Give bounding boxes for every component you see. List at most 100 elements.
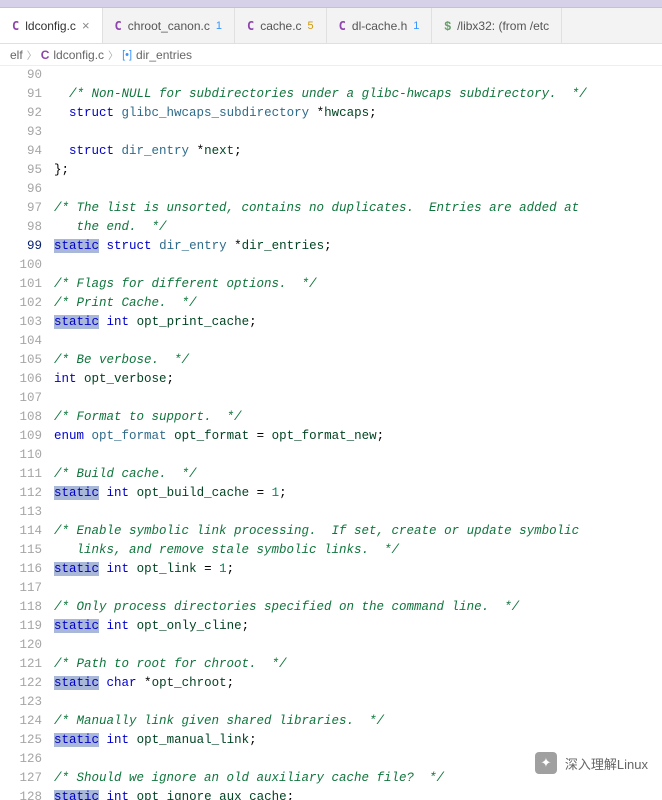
line-number: 124 — [0, 712, 42, 731]
breadcrumb-folder[interactable]: elf — [10, 48, 23, 62]
code-line[interactable]: static int opt_only_cline; — [54, 617, 662, 636]
tab-cache-c[interactable]: Ccache.c5 — [235, 8, 327, 43]
code-line[interactable]: static char *opt_chroot; — [54, 674, 662, 693]
line-number: 91 — [0, 85, 42, 104]
c-file-icon: C — [12, 19, 19, 33]
code-editor[interactable]: 9091929394959697989910010110210310410510… — [0, 66, 662, 800]
line-number: 94 — [0, 142, 42, 161]
c-file-icon: C — [247, 19, 254, 33]
line-number: 106 — [0, 370, 42, 389]
code-line[interactable]: /* Be verbose. */ — [54, 351, 662, 370]
tab-label: dl-cache.h — [352, 19, 407, 33]
code-line[interactable]: /* The list is unsorted, contains no dup… — [54, 199, 662, 218]
breadcrumb-symbol[interactable]: dir_entries — [136, 48, 192, 62]
code-line[interactable]: /* Print Cache. */ — [54, 294, 662, 313]
code-line[interactable]: struct glibc_hwcaps_subdirectory *hwcaps… — [54, 104, 662, 123]
line-number: 97 — [0, 199, 42, 218]
line-number: 110 — [0, 446, 42, 465]
code-line[interactable]: /* Format to support. */ — [54, 408, 662, 427]
line-number: 122 — [0, 674, 42, 693]
terminal-icon: $ — [444, 19, 451, 33]
code-line[interactable] — [54, 693, 662, 712]
line-number: 107 — [0, 389, 42, 408]
code-line[interactable]: /* Non-NULL for subdirectories under a g… — [54, 85, 662, 104]
editor-tabs: Cldconfig.c×Cchroot_canon.c1Ccache.c5Cdl… — [0, 8, 662, 44]
code-line[interactable]: the end. */ — [54, 218, 662, 237]
code-line[interactable]: int opt_verbose; — [54, 370, 662, 389]
code-line[interactable]: /* Manually link given shared libraries.… — [54, 712, 662, 731]
code-line[interactable]: links, and remove stale symbolic links. … — [54, 541, 662, 560]
line-number: 112 — [0, 484, 42, 503]
line-number: 118 — [0, 598, 42, 617]
code-line[interactable]: static struct dir_entry *dir_entries; — [54, 237, 662, 256]
tab-problem-badge: 1 — [413, 20, 419, 32]
code-line[interactable] — [54, 503, 662, 522]
tab-ldconfig-c[interactable]: Cldconfig.c × — [0, 8, 103, 43]
line-number: 96 — [0, 180, 42, 199]
tab-chroot_canon-c[interactable]: Cchroot_canon.c 1 — [103, 8, 235, 43]
line-number: 93 — [0, 123, 42, 142]
line-number: 120 — [0, 636, 42, 655]
c-file-icon: C — [41, 48, 50, 62]
code-line[interactable]: struct dir_entry *next; — [54, 142, 662, 161]
code-line[interactable] — [54, 446, 662, 465]
tab--libx32---from--etc[interactable]: $ /libx32: (from /etc — [432, 8, 562, 43]
line-number: 90 — [0, 66, 42, 85]
breadcrumb-file[interactable]: ldconfig.c — [53, 48, 104, 62]
line-number: 103 — [0, 313, 42, 332]
line-number: 102 — [0, 294, 42, 313]
code-line[interactable]: /* Flags for different options. */ — [54, 275, 662, 294]
code-line[interactable] — [54, 579, 662, 598]
code-line[interactable]: }; — [54, 161, 662, 180]
line-number: 99 — [0, 237, 42, 256]
line-number: 116 — [0, 560, 42, 579]
code-line[interactable]: /* Enable symbolic link processing. If s… — [54, 522, 662, 541]
code-line[interactable]: static int opt_print_cache; — [54, 313, 662, 332]
line-number: 114 — [0, 522, 42, 541]
code-line[interactable] — [54, 256, 662, 275]
line-number: 117 — [0, 579, 42, 598]
line-number-gutter: 9091929394959697989910010110210310410510… — [0, 66, 54, 800]
code-line[interactable]: static int opt_manual_link; — [54, 731, 662, 750]
tab-label: /libx32: (from /etc — [457, 19, 549, 33]
variable-icon: [•] — [122, 49, 132, 61]
line-number: 100 — [0, 256, 42, 275]
line-number: 127 — [0, 769, 42, 788]
chevron-right-icon: 〉 — [108, 47, 118, 62]
close-icon[interactable]: × — [82, 18, 90, 33]
line-number: 105 — [0, 351, 42, 370]
code-line[interactable]: /* Build cache. */ — [54, 465, 662, 484]
c-file-icon: C — [115, 19, 122, 33]
tab-dl-cache-h[interactable]: Cdl-cache.h 1 — [327, 8, 433, 43]
line-number: 109 — [0, 427, 42, 446]
line-number: 113 — [0, 503, 42, 522]
code-area[interactable]: /* Non-NULL for subdirectories under a g… — [54, 66, 662, 800]
c-file-icon: C — [339, 19, 346, 33]
watermark: ✦ 深入理解Linux — [535, 752, 648, 774]
code-line[interactable] — [54, 123, 662, 142]
tab-problem-badge: 1 — [216, 20, 222, 32]
code-line[interactable] — [54, 389, 662, 408]
tab-label: chroot_canon.c — [128, 19, 210, 33]
line-number: 98 — [0, 218, 42, 237]
line-number: 126 — [0, 750, 42, 769]
line-number: 121 — [0, 655, 42, 674]
code-line[interactable] — [54, 66, 662, 85]
tab-warning-badge: 5 — [308, 20, 314, 32]
code-line[interactable]: static int opt_link = 1; — [54, 560, 662, 579]
code-line[interactable] — [54, 180, 662, 199]
wechat-icon: ✦ — [535, 752, 557, 774]
line-number: 95 — [0, 161, 42, 180]
code-line[interactable] — [54, 636, 662, 655]
code-line[interactable]: static int opt_ignore_aux_cache; — [54, 788, 662, 800]
code-line[interactable]: /* Only process directories specified on… — [54, 598, 662, 617]
code-line[interactable]: static int opt_build_cache = 1; — [54, 484, 662, 503]
code-line[interactable]: enum opt_format opt_format = opt_format_… — [54, 427, 662, 446]
menu-bar — [0, 0, 662, 8]
code-line[interactable] — [54, 332, 662, 351]
code-line[interactable]: /* Path to root for chroot. */ — [54, 655, 662, 674]
line-number: 115 — [0, 541, 42, 560]
breadcrumb[interactable]: elf 〉 C ldconfig.c 〉 [•] dir_entries — [0, 44, 662, 66]
tab-label: ldconfig.c — [25, 19, 76, 33]
line-number: 123 — [0, 693, 42, 712]
